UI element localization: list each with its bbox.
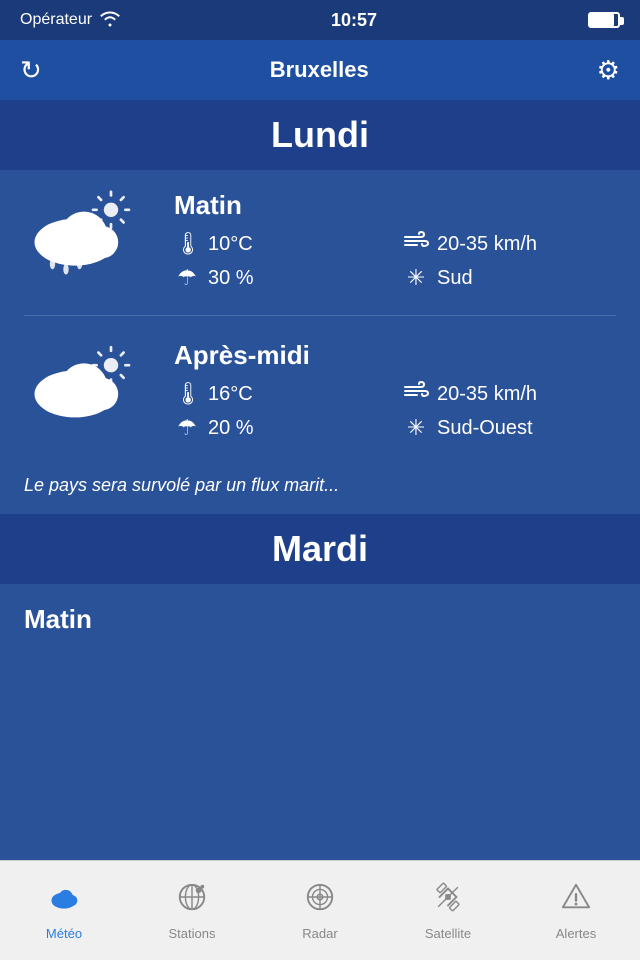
mardi-label: Mardi (272, 528, 368, 569)
battery-icon (588, 12, 620, 28)
status-bar: Opérateur 10:57 (0, 0, 640, 40)
refresh-button[interactable]: ↻ (20, 55, 42, 86)
matin-temperature: 🌡 10°C (174, 231, 387, 257)
wind-icon-2 (403, 381, 429, 407)
alertes-tab-icon (560, 881, 592, 920)
radar-tab-icon (304, 881, 336, 920)
mardi-header: Mardi (0, 514, 640, 584)
apres-midi-precipitation: ☂ 20 % (174, 415, 387, 441)
apres-midi-direction: ✳ Sud-Ouest (403, 415, 616, 441)
carrier-label: Opérateur (20, 11, 92, 29)
mardi-matin-title: Matin (24, 604, 92, 634)
compass-icon-2: ✳ (403, 415, 429, 441)
matin-details: Matin 🌡 10°C 2 (174, 190, 616, 291)
weather-description: Le pays sera survolé par un flux marit..… (0, 461, 640, 514)
satellite-tab-icon (432, 881, 464, 920)
stations-tab-icon (176, 881, 208, 920)
thermometer-icon: 🌡 (174, 231, 200, 257)
apres-midi-temperature: 🌡 16°C (174, 381, 387, 407)
apres-midi-title: Après-midi (174, 340, 616, 371)
matin-weather-icon (24, 190, 154, 285)
thermometer-icon-2: 🌡 (174, 381, 200, 407)
tab-satellite-label: Satellite (425, 926, 471, 941)
matin-direction: ✳ Sud (403, 265, 616, 291)
matin-wind: 20-35 km/h (403, 231, 616, 257)
cloud-tab-icon (48, 881, 80, 920)
tab-stations-label: Stations (169, 926, 216, 941)
umbrella-icon-2: ☂ (174, 415, 200, 441)
apres-midi-details: Après-midi 🌡 16°C (174, 340, 616, 441)
tab-meteo[interactable]: Météo (0, 861, 128, 960)
wind-icon (403, 231, 429, 257)
tab-meteo-label: Météo (46, 926, 82, 941)
apres-midi-weather-icon (24, 340, 154, 435)
tab-stations[interactable]: Stations (128, 861, 256, 960)
tab-alertes-label: Alertes (556, 926, 596, 941)
tab-radar-label: Radar (302, 926, 337, 941)
main-content: Lundi (0, 100, 640, 860)
settings-button[interactable]: ⚙ (597, 55, 620, 86)
lundi-label: Lundi (271, 114, 369, 155)
compass-icon: ✳ (403, 265, 429, 291)
matin-precipitation: ☂ 30 % (174, 265, 387, 291)
matin-title: Matin (174, 190, 616, 221)
header: ↻ Bruxelles ⚙ (0, 40, 640, 100)
matin-section: Matin 🌡 10°C 2 (0, 170, 640, 311)
tab-satellite[interactable]: Satellite (384, 861, 512, 960)
lundi-header: Lundi (0, 100, 640, 170)
mardi-matin-partial: Matin (0, 584, 640, 635)
status-time: 10:57 (331, 10, 377, 31)
tab-radar[interactable]: Radar (256, 861, 384, 960)
status-carrier-area: Opérateur (20, 11, 120, 30)
city-title: Bruxelles (270, 57, 369, 83)
apres-midi-wind: 20-35 km/h (403, 381, 616, 407)
umbrella-icon: ☂ (174, 265, 200, 291)
wifi-icon (100, 11, 120, 30)
apres-midi-section: Après-midi 🌡 16°C (0, 320, 640, 461)
tab-alertes[interactable]: Alertes (512, 861, 640, 960)
tab-bar: Météo Stations R (0, 860, 640, 960)
period-divider (24, 315, 616, 316)
